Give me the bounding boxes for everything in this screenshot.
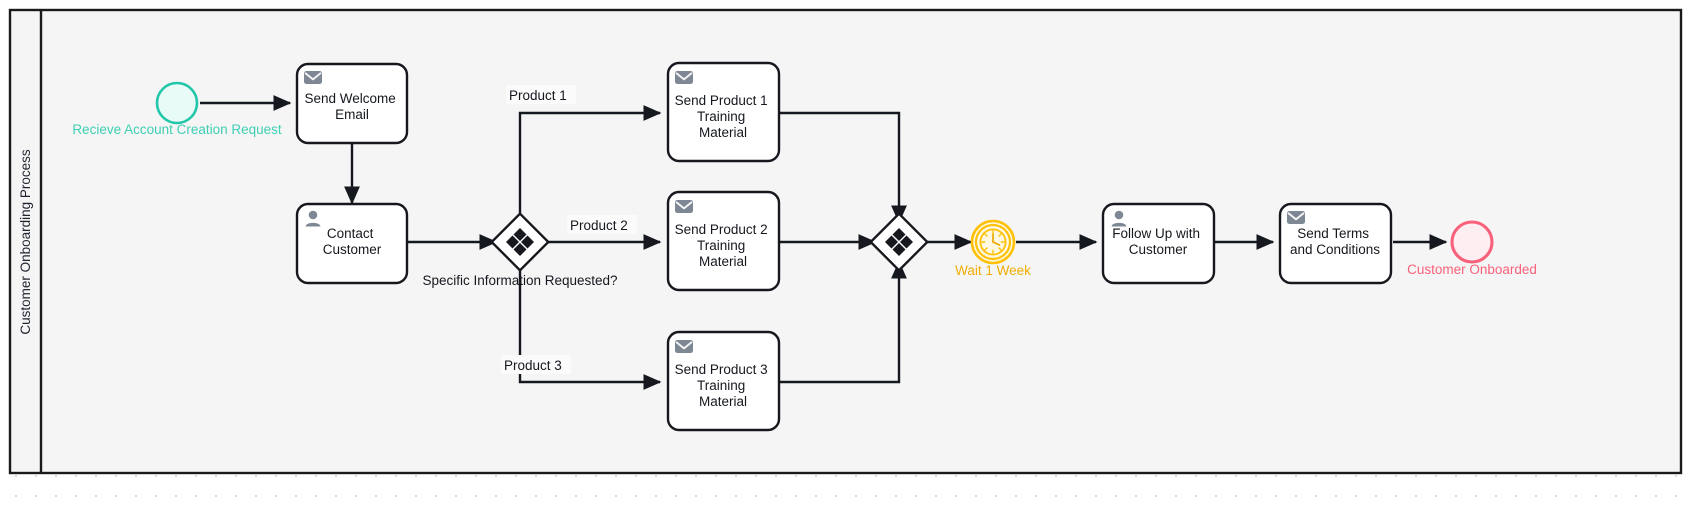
envelope-icon	[304, 71, 322, 84]
flow-label-product1: Product 1	[509, 88, 567, 103]
envelope-icon	[1287, 211, 1305, 224]
task-send-welcome-email[interactable]: Send Welcome Email	[295, 62, 409, 145]
gateway-label: Specific Information Requested?	[422, 273, 617, 288]
task-label: Contact Customer	[323, 226, 382, 257]
task-send-product-1[interactable]: Send Product 1 Training Material	[666, 61, 781, 163]
start-event-label: Recieve Account Creation Request	[72, 122, 282, 137]
clock-icon	[979, 228, 1007, 256]
flow-label-product3: Product 3	[504, 358, 562, 373]
timer-event-label: Wait 1 Week	[955, 263, 1031, 278]
bpmn-diagram: Customer Onboarding Process Recieve Acco…	[0, 0, 1691, 514]
end-event-label: Customer Onboarded	[1407, 262, 1537, 277]
task-follow-up-customer[interactable]: Follow Up with Customer	[1101, 202, 1216, 285]
envelope-icon	[675, 340, 693, 353]
flow-label-product2: Product 2	[570, 218, 628, 233]
envelope-icon	[675, 200, 693, 213]
envelope-icon	[675, 71, 693, 84]
task-label: Send Terms and Conditions	[1290, 226, 1380, 257]
task-send-product-3[interactable]: Send Product 3 Training Material	[666, 330, 781, 432]
task-contact-customer[interactable]: Contact Customer	[295, 202, 409, 285]
task-send-terms[interactable]: Send Terms and Conditions	[1278, 202, 1393, 285]
task-send-product-2[interactable]: Send Product 2 Training Material	[666, 190, 781, 292]
lane-label: Customer Onboarding Process	[18, 149, 33, 335]
